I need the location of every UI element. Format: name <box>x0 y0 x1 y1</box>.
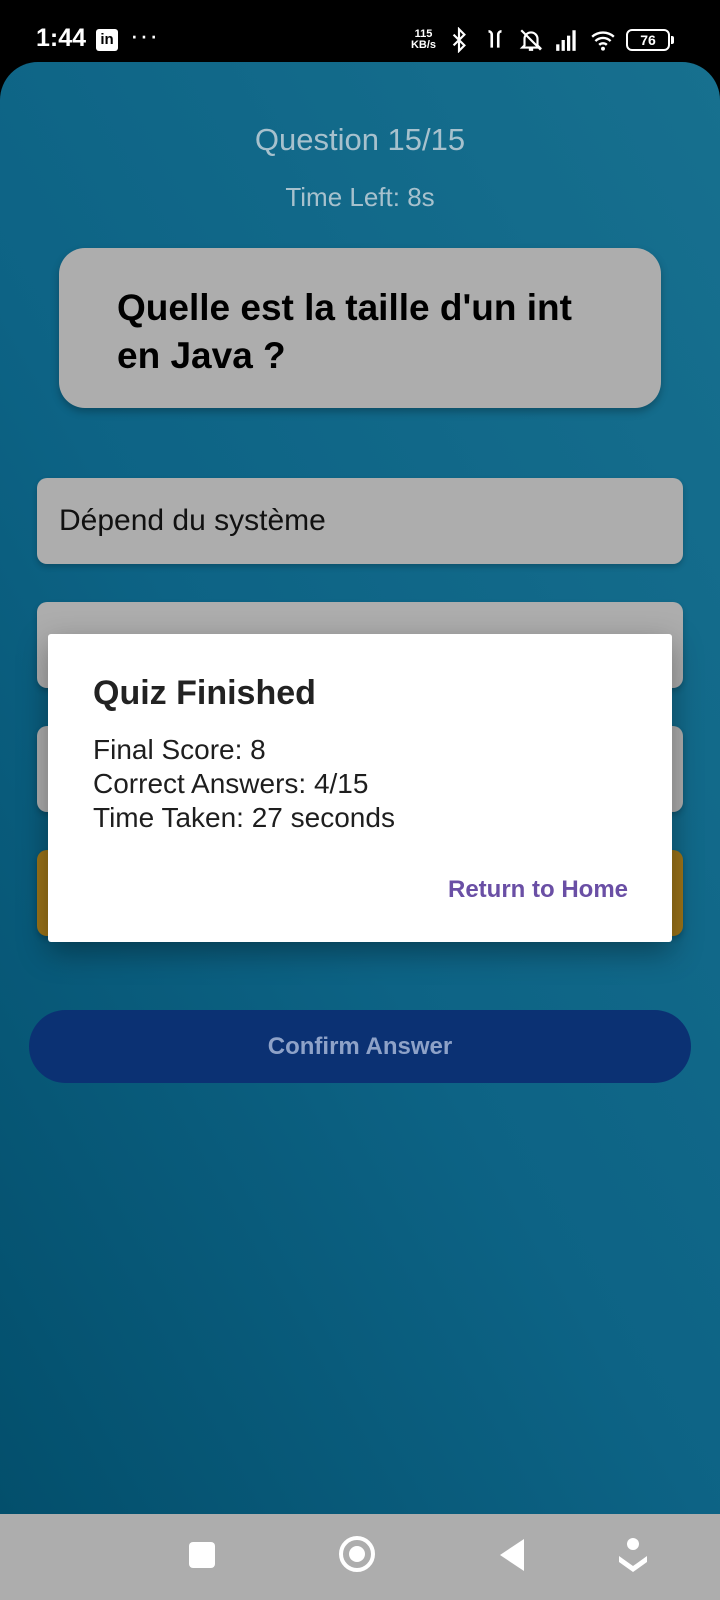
hide-navigation-icon[interactable] <box>616 1536 650 1576</box>
status-time: 1:44 <box>36 24 87 52</box>
correct-answers-text: Correct Answers: 4/15 <box>93 768 369 799</box>
time-taken-text: Time Taken: 27 seconds <box>93 802 395 833</box>
bluetooth-icon <box>452 27 466 53</box>
quiz-finished-dialog: Quiz Finished Final Score: 8 Correct Ans… <box>48 634 672 942</box>
wifi-icon <box>591 31 615 51</box>
home-icon[interactable] <box>339 1536 375 1572</box>
more-notifications-icon: ··· <box>130 20 159 50</box>
recent-apps-icon[interactable] <box>189 1542 215 1568</box>
linkedin-icon: in <box>96 29 118 51</box>
signal-icon <box>556 30 576 51</box>
silent-mode-icon <box>519 29 543 51</box>
dialog-title: Quiz Finished <box>93 674 316 712</box>
final-score-text: Final Score: 8 <box>93 734 266 765</box>
back-icon[interactable] <box>500 1539 524 1571</box>
navigation-bar <box>0 1514 720 1600</box>
network-speed: 115 KB/s <box>410 28 436 51</box>
status-icons: 115 KB/s 76 <box>410 24 674 56</box>
earbuds-icon <box>488 30 502 48</box>
return-to-home-button[interactable]: Return to Home <box>448 876 628 904</box>
battery-icon: 76 <box>626 29 674 51</box>
